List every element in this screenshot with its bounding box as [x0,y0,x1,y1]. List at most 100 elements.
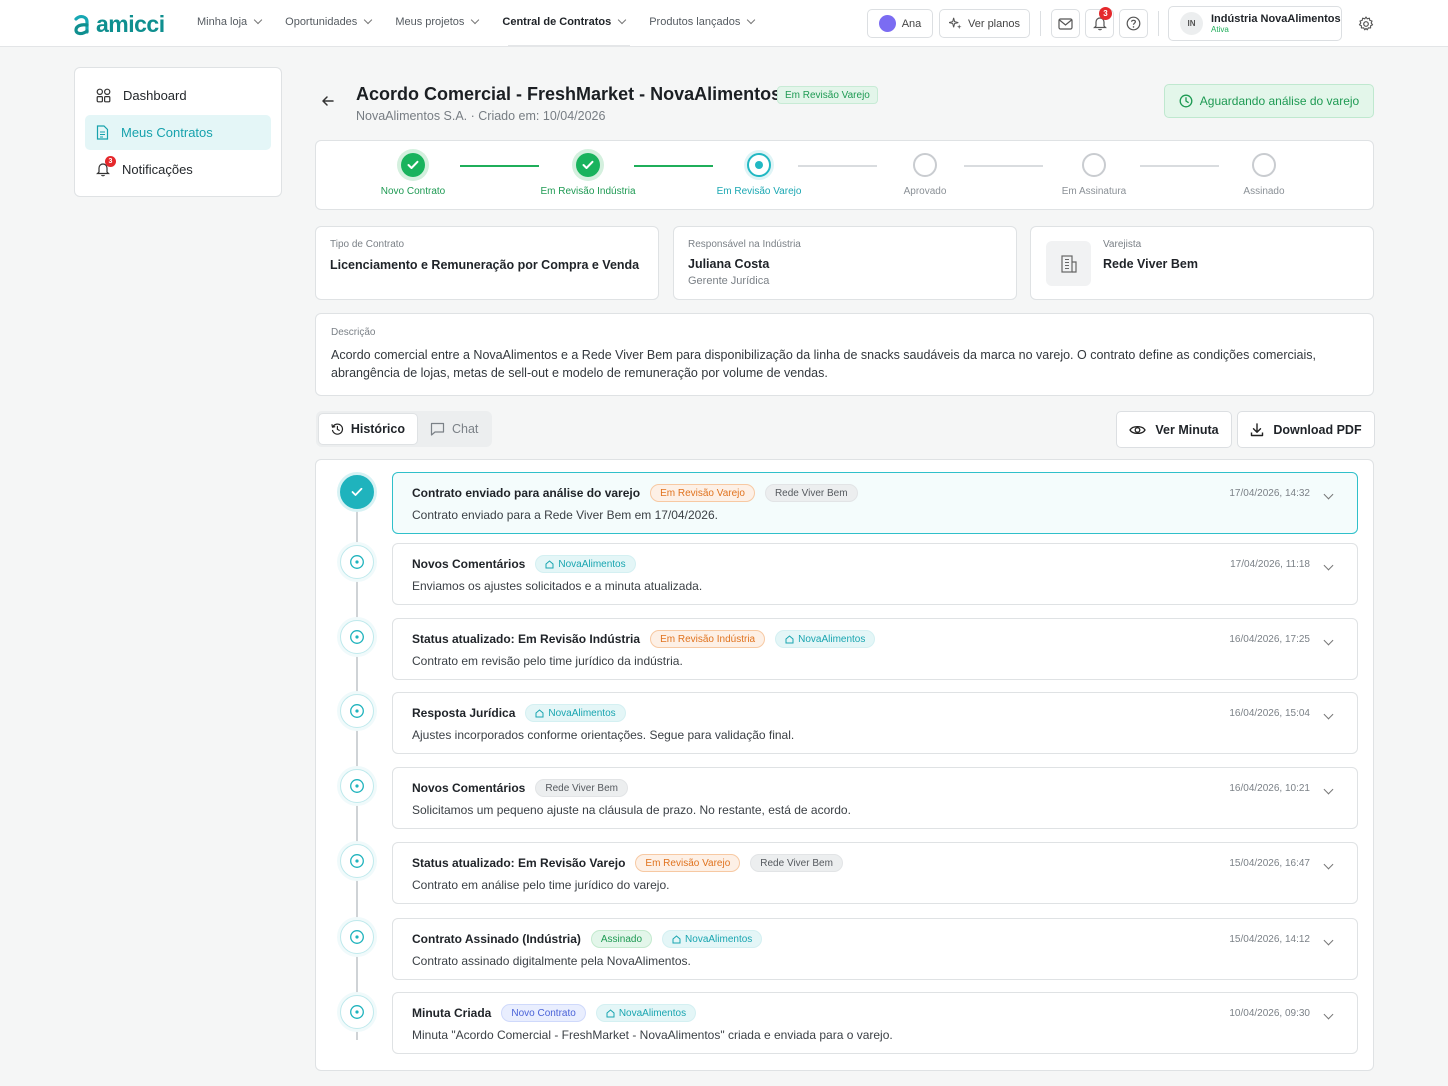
sidebar-item-label: Notificações [122,162,193,177]
mail-button[interactable] [1051,9,1080,38]
back-arrow-icon[interactable] [321,94,335,108]
organization-switcher[interactable]: IN Indústria NovaAlimentos Ativa [1168,6,1342,41]
history-icon [331,423,343,435]
timeline-entry-body: Minuta "Acordo Comercial - FreshMarket -… [412,1028,893,1042]
status-tag: Rede Viver Bem [535,779,628,797]
step-label: Em Assinatura [1061,186,1127,197]
document-icon [96,125,109,140]
status-badge: Em Revisão Varejo [777,86,878,104]
pending-step-icon [913,153,937,177]
status-tag: Rede Viver Bem [764,484,858,502]
status-tag: NovaAlimentos [525,704,626,722]
tab-chat[interactable]: Chat [418,413,490,445]
timeline-entry[interactable]: Novos Comentários Rede Viver Bem Solicitam… [392,767,1358,829]
sidebar-item-notificacoes[interactable]: 3 Notificações [85,152,271,187]
tag-label: NovaAlimentos [798,633,866,645]
timeline-entry-title: Novos Comentários [412,557,526,571]
sidebar-item-dashboard[interactable]: Dashboard [85,78,271,113]
logo-text: amicci [96,11,165,37]
contract-progress-stepper: Novo Contrato Em Revisão Indústria Em Re… [315,140,1374,210]
contract-type-value: Licenciamento e Remuneração por Compra e… [330,258,640,272]
timeline-entry-body: Contrato em análise pelo time jurídico d… [412,878,670,892]
view-tabs: Histórico Chat [316,411,492,447]
main-nav: Minha loja Oportunidades Meus projetos C… [197,15,778,28]
nav-produtos-lancados[interactable]: Produtos lançados [649,15,756,28]
history-timeline: Contrato enviado para análise do varejo E… [315,459,1374,1071]
timeline-entry-title: Minuta Criada [412,1006,492,1020]
clock-icon [1179,94,1193,108]
check-icon [401,153,425,177]
tab-label: Histórico [350,422,405,436]
timeline-event-icon [340,844,374,878]
timeline-entry-title: Contrato enviado para análise do varejo [412,486,641,500]
nav-central-de-contratos[interactable]: Central de Contratos [502,15,627,28]
step-label: Aprovado [903,186,947,197]
timeline-event-icon [340,620,374,654]
step-label: Em Revisão Varejo [716,186,802,197]
status-tag: NovaAlimentos [775,630,876,648]
sidebar-item-meus-contratos[interactable]: Meus Contratos [85,115,271,150]
timeline-entry-timestamp: 16/04/2026, 10:21 [1229,783,1310,794]
timeline-entry-header: Status atualizado: Em Revisão Indústria E… [412,630,1338,648]
step-label: Em Revisão Indústria [540,186,636,197]
nav-oportunidades[interactable]: Oportunidades [285,15,373,28]
help-button[interactable] [1119,9,1148,38]
timeline-entry-timestamp: 16/04/2026, 17:25 [1229,634,1310,645]
step-aprovado: Aprovado [855,153,995,197]
sparkles-icon [949,17,962,30]
step-em-revisao-industria: Em Revisão Indústria [518,153,658,197]
view-draft-button[interactable]: Ver Minuta [1116,411,1232,448]
nav-meus-projetos[interactable]: Meus projetos [395,15,480,28]
nav-active-underline [508,45,630,47]
timeline-entry[interactable]: Status atualizado: Em Revisão Indústria E… [392,618,1358,680]
pending-step-icon [1252,153,1276,177]
timeline-event-icon [340,545,374,579]
plans-button[interactable]: Ver planos [939,9,1030,38]
amicci-logo[interactable]: amicci [72,11,165,38]
timeline-entry-header: Novos Comentários Rede Viver Bem [412,779,1338,797]
step-em-revisao-varejo: Em Revisão Varejo [689,153,829,197]
chat-icon [430,422,445,436]
timeline-entry-body: Contrato enviado para a Rede Viver Bem e… [412,508,718,522]
timeline-entry-timestamp: 16/04/2026, 15:04 [1229,708,1310,719]
responsible-label: Responsável na Indústria [688,239,801,250]
tag-label: NovaAlimentos [558,558,626,570]
tag-label: Em Revisão Varejo [660,487,745,499]
step-assinado: Assinado [1194,153,1334,197]
timeline-entry[interactable]: Status atualizado: Em Revisão Varejo Em R… [392,842,1358,904]
timeline-entry-header: Contrato enviado para análise do varejo E… [412,484,1338,502]
current-step-icon [747,153,771,177]
nav-label: Produtos lançados [649,16,741,28]
tag-label: Novo Contrato [511,1007,576,1019]
download-pdf-button[interactable]: Download PDF [1237,411,1375,448]
download-label: Download PDF [1273,422,1362,437]
nav-minha-loja[interactable]: Minha loja [197,15,263,28]
notifications-button[interactable]: 3 [1085,7,1114,38]
chevron-down-icon [747,15,756,25]
timeline-entry-timestamp: 15/04/2026, 16:47 [1229,858,1310,869]
timeline-entry[interactable]: Resposta Jurídica NovaAlimentos Ajustes in… [392,692,1358,754]
chevron-down-icon [471,15,480,25]
timeline-entry[interactable]: Novos Comentários NovaAlimentos Enviamos o… [392,543,1358,605]
page-subtitle: NovaAlimentos S.A. · Criado em: 10/04/20… [356,109,606,123]
retailer-name: Rede Viver Bem [1103,257,1198,271]
timeline-entry[interactable]: Minuta Criada Novo Contrato NovaAlimentos M… [392,992,1358,1054]
timeline-event-icon [340,995,374,1029]
gear-icon[interactable] [1358,16,1374,32]
timeline-event-icon [340,769,374,803]
status-tag: Em Revisão Varejo [650,484,755,502]
amicci-logo-icon [74,14,89,35]
timeline-entry-body: Contrato assinado digitalmente pela Nova… [412,954,691,968]
timeline-entry-body: Solicitamos um pequeno ajuste na cláusul… [412,803,851,817]
pending-step-icon [1082,153,1106,177]
company-icon [545,559,554,569]
notification-count-badge: 3 [1099,7,1112,20]
user-button[interactable]: Ana [867,9,933,38]
timeline-entry[interactable]: Contrato enviado para análise do varejo E… [392,472,1358,534]
tab-historico[interactable]: Histórico [318,413,418,445]
org-status: Ativa [1211,24,1229,34]
timeline-entry[interactable]: Contrato Assinado (Indústria) Assinado Nov… [392,918,1358,980]
tag-label: Rede Viver Bem [774,487,848,499]
responsible-role: Gerente Jurídica [688,275,770,287]
retailer-label: Varejista [1103,239,1142,250]
